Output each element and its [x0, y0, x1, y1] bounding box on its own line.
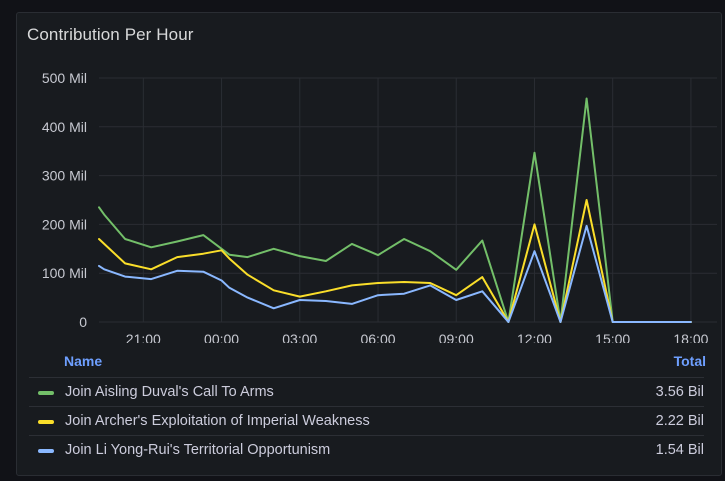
legend-row-li-yong-rui[interactable]: Join Li Yong-Rui's Territorial Opportuni…: [29, 435, 704, 464]
x-axis: 21:00 00:00 03:00 06:00 09:00 12:00 15:00 18:00: [126, 331, 709, 343]
legend-series-name[interactable]: Join Archer's Exploitation of Imperial W…: [65, 413, 370, 429]
y-tick-label: 300 Mil: [42, 168, 87, 184]
x-tick-label: 06:00: [360, 331, 395, 343]
y-tick-label: 100 Mil: [42, 265, 87, 281]
y-tick-label: 400 Mil: [42, 119, 87, 135]
legend-series-total: 1.54 Bil: [655, 442, 704, 458]
x-tick-label: 12:00: [517, 331, 552, 343]
x-tick-label: 09:00: [439, 331, 474, 343]
x-tick-label: 18:00: [673, 331, 708, 343]
series-color-swatch: [38, 391, 54, 395]
series-line-1[interactable]: [98, 199, 692, 323]
y-tick-label: 0: [79, 314, 87, 330]
legend-series-total: 2.22 Bil: [655, 413, 704, 429]
series-lines: [98, 97, 692, 323]
x-tick-label: 00:00: [204, 331, 239, 343]
legend-total-header[interactable]: Total: [674, 353, 706, 369]
y-tick-label: 500 Mil: [42, 70, 87, 86]
legend-series-name[interactable]: Join Li Yong-Rui's Territorial Opportuni…: [65, 442, 330, 458]
series-line-0[interactable]: [98, 97, 692, 323]
chart-grid: [99, 77, 717, 323]
line-chart[interactable]: 0 100 Mil 200 Mil 300 Mil 400 Mil 500 Mil 21:…: [17, 13, 723, 343]
legend-name-header[interactable]: Name: [64, 353, 102, 369]
x-tick-label: 15:00: [595, 331, 630, 343]
contribution-panel: Contribution Per Hour 0 100 Mil 200 Mil 300…: [16, 12, 722, 476]
series-color-swatch: [38, 449, 54, 453]
x-tick-label: 03:00: [282, 331, 317, 343]
legend-series-name[interactable]: Join Aisling Duval's Call To Arms: [65, 384, 274, 400]
y-axis: 0 100 Mil 200 Mil 300 Mil 400 Mil 500 Mil: [42, 70, 87, 330]
x-tick-label: 21:00: [126, 331, 161, 343]
y-tick-label: 200 Mil: [42, 216, 87, 232]
series-color-swatch: [38, 420, 54, 424]
legend-series-total: 3.56 Bil: [655, 384, 704, 400]
legend-row-aisling[interactable]: Join Aisling Duval's Call To Arms 3.56 B…: [29, 377, 704, 406]
legend-row-archer[interactable]: Join Archer's Exploitation of Imperial W…: [29, 406, 704, 435]
legend-header: Name Total: [64, 353, 706, 373]
